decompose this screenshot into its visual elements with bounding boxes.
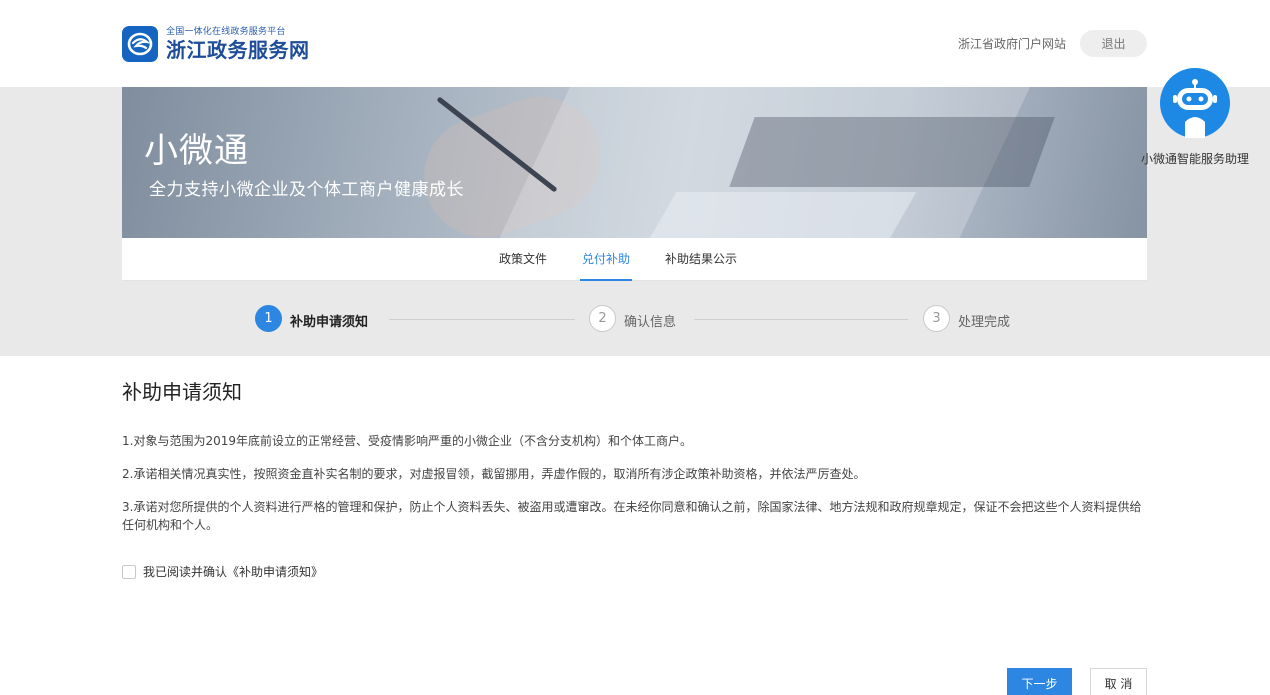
notice-item: 3.承诺对您所提供的个人资料进行严格的管理和保护，防止个人资料丢失、被盗用或遭窜… <box>122 500 1142 532</box>
agree-checkbox[interactable] <box>122 564 136 579</box>
tab-subsidy-results[interactable]: 补助结果公示 <box>663 238 739 281</box>
step-2-label: 确认信息 <box>624 315 677 330</box>
logo-emblem-icon <box>122 26 158 62</box>
step-3-indicator: 3 <box>923 305 950 332</box>
step-2-indicator: 2 <box>589 305 616 332</box>
step-connector <box>694 319 908 320</box>
notice-item: 1.对象与范围为2019年底前设立的正常经营、受疫情影响严重的小微企业（不含分支… <box>122 434 692 448</box>
logout-button[interactable]: 退出 <box>1080 30 1147 57</box>
agree-label[interactable]: 我已阅读并确认《补助申请须知》 <box>143 563 323 580</box>
portal-link[interactable]: 浙江省政府门户网站 <box>958 35 1066 52</box>
banner-title: 小微通 <box>144 131 249 171</box>
assistant-widget[interactable]: 小微通智能服务助理 <box>1138 68 1252 167</box>
cancel-button[interactable]: 取 消 <box>1090 668 1147 695</box>
step-3-label: 处理完成 <box>958 315 1011 330</box>
step-1-label: 补助申请须知 <box>290 315 369 330</box>
tab-bar: 政策文件 兑付补助 补助结果公示 <box>122 238 1147 281</box>
header: 全国一体化在线政务服务平台 浙江政务服务网 浙江省政府门户网站 退出 <box>0 0 1270 87</box>
agree-row[interactable]: 我已阅读并确认《补助申请须知》 <box>122 563 323 580</box>
banner-decoration <box>729 117 1055 187</box>
section-title: 补助申请须知 <box>122 380 242 404</box>
banner-decoration <box>647 192 917 238</box>
step-connector <box>389 319 575 320</box>
robot-icon[interactable] <box>1160 68 1230 138</box>
tab-subsidy-payment[interactable]: 兑付补助 <box>580 238 632 281</box>
tab-policy-documents[interactable]: 政策文件 <box>497 238 549 281</box>
notice-item: 2.承诺相关情况真实性，按照资金直补实名制的要求，对虚报冒领，截留挪用，弄虚作假… <box>122 467 866 481</box>
logo-subtitle: 全国一体化在线政务服务平台 <box>166 26 286 37</box>
next-step-button[interactable]: 下一步 <box>1007 668 1072 695</box>
assistant-label[interactable]: 小微通智能服务助理 <box>1138 150 1252 167</box>
step-1-indicator: 1 <box>255 305 282 332</box>
logo-title: 浙江政务服务网 <box>166 37 310 62</box>
banner-subtitle: 全力支持小微企业及个体工商户健康成长 <box>149 180 464 200</box>
site-logo[interactable]: 全国一体化在线政务服务平台 浙江政务服务网 <box>122 26 310 62</box>
hero-banner: 小微通 全力支持小微企业及个体工商户健康成长 <box>122 87 1147 238</box>
